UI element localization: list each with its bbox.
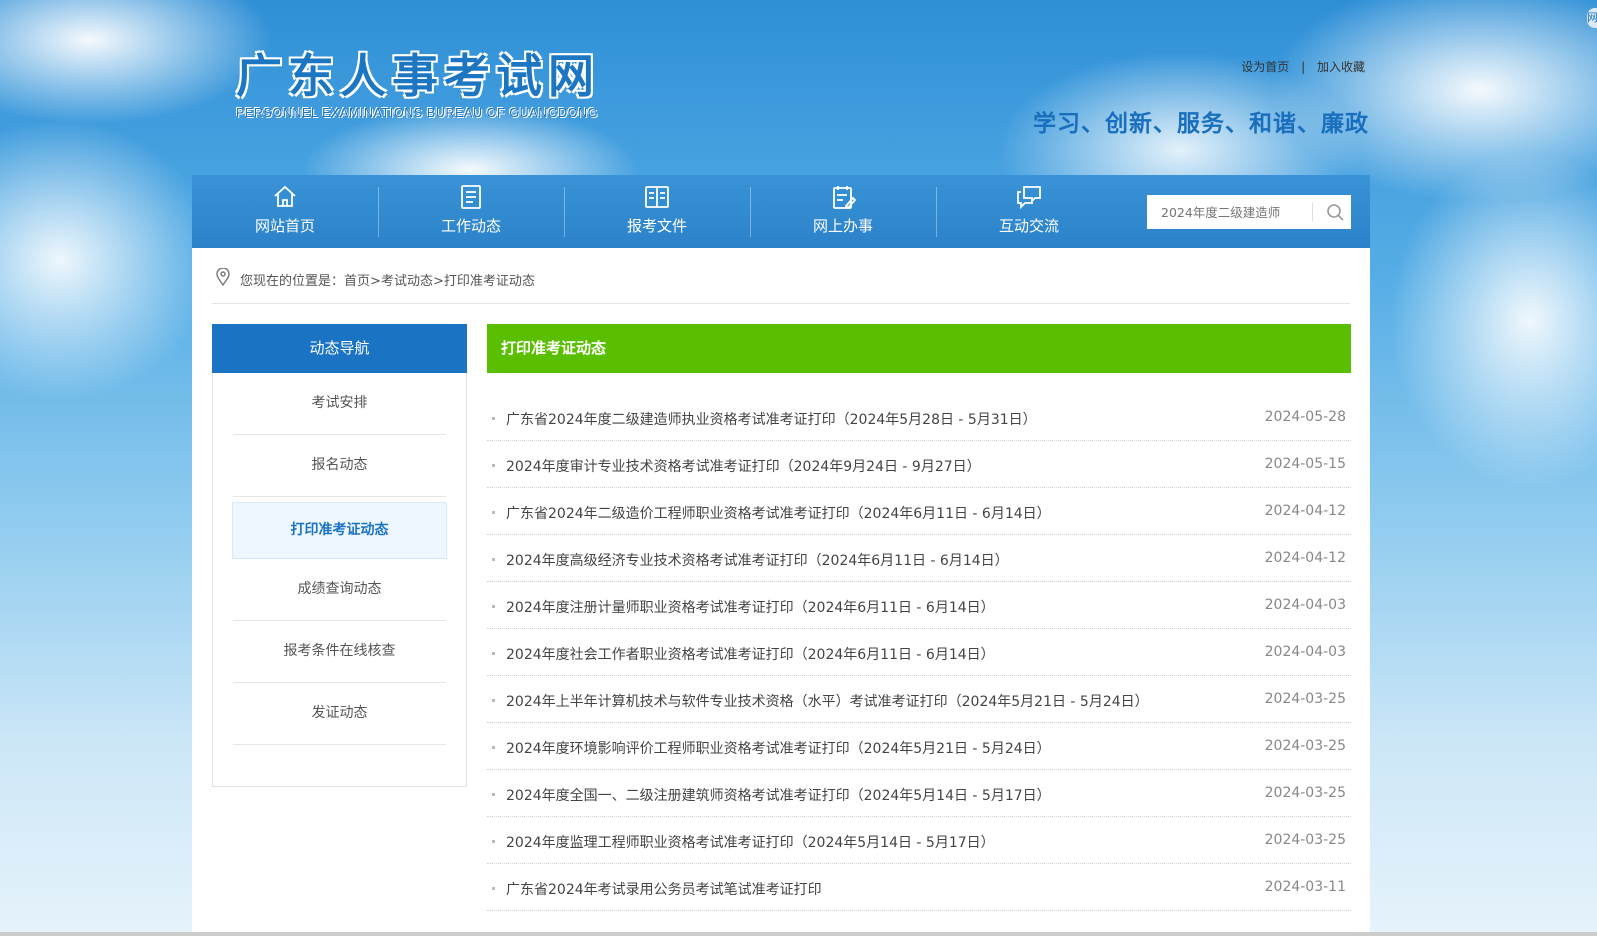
sidebar: 动态导航 考试安排 报名动态 打印准考证动态 成绩查询动态 报考条件在线核查 发… (212, 324, 467, 787)
news-row[interactable]: 2024年度全国一、二级注册建筑师资格考试准考证打印（2024年5月14日 - … (487, 771, 1351, 817)
news-row[interactable]: 2024年度监理工程师职业资格考试准考证打印（2024年5月14日 - 5月17… (487, 818, 1351, 864)
nav-label-home: 网站首页 (254, 217, 315, 235)
breadcrumb-prefix: 您现在的位置是： (240, 274, 345, 289)
breadcrumb-level1[interactable]: 考试动态 (381, 274, 433, 289)
bullet-dot-icon (492, 840, 495, 843)
sidebar-item-certificate[interactable]: 发证动态 (233, 683, 446, 745)
chat-bubbles-icon (1017, 186, 1041, 210)
document-list-icon (461, 185, 481, 209)
search-divider (1312, 203, 1313, 221)
sidebar-item-eligibility-check[interactable]: 报考条件在线核查 (233, 621, 446, 683)
news-title-link[interactable]: 2024年度全国一、二级注册建筑师资格考试准考证打印（2024年5月14日 - … (506, 785, 1051, 805)
breadcrumb-home[interactable]: 首页 (344, 274, 370, 289)
search-button[interactable] (1319, 195, 1351, 229)
search-box (1147, 195, 1351, 229)
nav-label-online-service: 网上办事 (812, 217, 873, 235)
link-separator: | (1301, 60, 1306, 74)
news-title-link[interactable]: 2024年度环境影响评价工程师职业资格考试准考证打印（2024年5月21日 - … (506, 738, 1051, 758)
news-date: 2024-03-25 (1264, 738, 1346, 754)
nav-item-work-news[interactable]: 工作动态 (378, 175, 564, 248)
add-favorite-link[interactable]: 加入收藏 (1317, 60, 1365, 74)
news-row[interactable]: 2024年度环境影响评价工程师职业资格考试准考证打印（2024年5月21日 - … (487, 724, 1351, 770)
bullet-dot-icon (492, 793, 495, 796)
bullet-dot-icon (492, 558, 495, 561)
bullet-dot-icon (492, 699, 495, 702)
nav-label-exam-docs: 报考文件 (626, 217, 687, 235)
site-logo[interactable]: 广东人事考试网 PERSONNEL EXAMINATIONS BUREAU OF… (236, 50, 600, 120)
home-icon (274, 185, 296, 207)
news-title-link[interactable]: 广东省2024年考试录用公务员考试笔试准考证打印 (506, 879, 822, 899)
news-date: 2024-05-15 (1264, 456, 1346, 472)
breadcrumb-sep: > (432, 274, 444, 289)
news-row[interactable]: 2024年度社会工作者职业资格考试准考证打印（2024年6月11日 - 6月14… (487, 630, 1351, 676)
news-title-link[interactable]: 2024年度监理工程师职业资格考试准考证打印（2024年5月14日 - 5月17… (506, 832, 995, 852)
site-slogan: 学习、创新、服务、和谐、廉政 (1033, 111, 1369, 137)
set-home-link[interactable]: 设为首页 (1241, 60, 1289, 74)
news-list: 广东省2024年度二级建造师执业资格考试准考证打印（2024年5月28日 - 5… (487, 395, 1351, 911)
bullet-dot-icon (492, 464, 495, 467)
breadcrumb-level2[interactable]: 打印准考证动态 (444, 274, 535, 289)
nav-label-work-news: 工作动态 (440, 217, 501, 235)
news-row[interactable]: 2024年上半年计算机技术与软件专业技术资格（水平）考试准考证打印（2024年5… (487, 677, 1351, 723)
main-panel: 打印准考证动态 广东省2024年度二级建造师执业资格考试准考证打印（2024年5… (487, 324, 1351, 912)
bullet-dot-icon (492, 652, 495, 655)
news-title-link[interactable]: 2024年度社会工作者职业资格考试准考证打印（2024年6月11日 - 6月14… (506, 644, 995, 664)
news-date: 2024-03-11 (1264, 879, 1346, 895)
breadcrumb-sep: > (370, 274, 381, 289)
logo-subtitle: PERSONNEL EXAMINATIONS BUREAU OF GUANGDO… (236, 106, 599, 120)
bullet-dot-icon (492, 746, 495, 749)
news-date: 2024-05-28 (1264, 409, 1346, 425)
news-date: 2024-04-12 (1264, 550, 1346, 566)
bullet-dot-icon (492, 511, 495, 514)
news-row[interactable]: 2024年度注册计量师职业资格考试准考证打印（2024年6月11日 - 6月14… (487, 583, 1351, 629)
news-date: 2024-04-03 (1264, 597, 1346, 613)
content-area: 您现在的位置是：首页>考试动态>打印准考证动态 动态导航 考试安排 报名动态 打… (192, 248, 1370, 936)
nav-item-home[interactable]: 网站首页 (192, 175, 378, 248)
sidebar-item-registration[interactable]: 报名动态 (233, 435, 446, 497)
sidebar-item-score-query[interactable]: 成绩查询动态 (233, 559, 446, 621)
open-book-icon (645, 186, 669, 208)
breadcrumb: 您现在的位置是：首页>考试动态>打印准考证动态 (212, 248, 1350, 304)
bullet-dot-icon (492, 417, 495, 420)
news-row[interactable]: 广东省2024年考试录用公务员考试笔试准考证打印 2024-03-11 (487, 865, 1351, 911)
clipboard-edit-icon (833, 186, 857, 210)
sidebar-item-admission-print[interactable]: 打印准考证动态 (232, 502, 447, 559)
news-title-link[interactable]: 广东省2024年度二级建造师执业资格考试准考证打印（2024年5月28日 - 5… (506, 409, 1037, 429)
news-row[interactable]: 广东省2024年二级造价工程师职业资格考试准考证打印（2024年6月11日 - … (487, 489, 1351, 535)
news-row[interactable]: 2024年度高级经济专业技术资格考试准考证打印（2024年6月11日 - 6月1… (487, 536, 1351, 582)
nav-label-interaction: 互动交流 (998, 217, 1059, 235)
news-title-link[interactable]: 2024年上半年计算机技术与软件专业技术资格（水平）考试准考证打印（2024年5… (506, 691, 1149, 711)
nav-item-interaction[interactable]: 互动交流 (936, 175, 1122, 248)
news-date: 2024-03-25 (1264, 785, 1346, 801)
corner-badge[interactable]: 网 (1587, 8, 1597, 28)
horizontal-scrollbar[interactable] (0, 932, 1597, 936)
sidebar-item-exam-schedule[interactable]: 考试安排 (233, 373, 446, 435)
nav-item-online-service[interactable]: 网上办事 (750, 175, 936, 248)
main-nav: 网站首页 工作动态 报考文件 网上办事 互动交流 (192, 175, 1370, 248)
news-title-link[interactable]: 2024年度审计专业技术资格考试准考证打印（2024年9月24日 - 9月27日… (506, 456, 981, 476)
news-title-link[interactable]: 广东省2024年二级造价工程师职业资格考试准考证打印（2024年6月11日 - … (506, 503, 1051, 523)
news-date: 2024-03-25 (1264, 691, 1346, 707)
news-title-link[interactable]: 2024年度注册计量师职业资格考试准考证打印（2024年6月11日 - 6月14… (506, 597, 995, 617)
news-date: 2024-04-12 (1264, 503, 1346, 519)
location-pin-icon (216, 268, 230, 286)
main-title: 打印准考证动态 (487, 324, 1351, 373)
news-date: 2024-03-25 (1264, 832, 1346, 848)
news-title-link[interactable]: 2024年度高级经济专业技术资格考试准考证打印（2024年6月11日 - 6月1… (506, 550, 1009, 570)
sidebar-title: 动态导航 (212, 324, 467, 373)
news-row[interactable]: 2024年度审计专业技术资格考试准考证打印（2024年9月24日 - 9月27日… (487, 442, 1351, 488)
nav-item-exam-docs[interactable]: 报考文件 (564, 175, 750, 248)
search-icon (1327, 204, 1344, 221)
logo-title: 广东人事考试网 (236, 49, 600, 103)
bullet-dot-icon (492, 605, 495, 608)
news-row[interactable]: 广东省2024年度二级建造师执业资格考试准考证打印（2024年5月28日 - 5… (487, 395, 1351, 441)
search-input[interactable] (1147, 195, 1321, 229)
bullet-dot-icon (492, 887, 495, 890)
news-date: 2024-04-03 (1264, 644, 1346, 660)
top-links: 设为首页 | 加入收藏 (1241, 58, 1365, 75)
